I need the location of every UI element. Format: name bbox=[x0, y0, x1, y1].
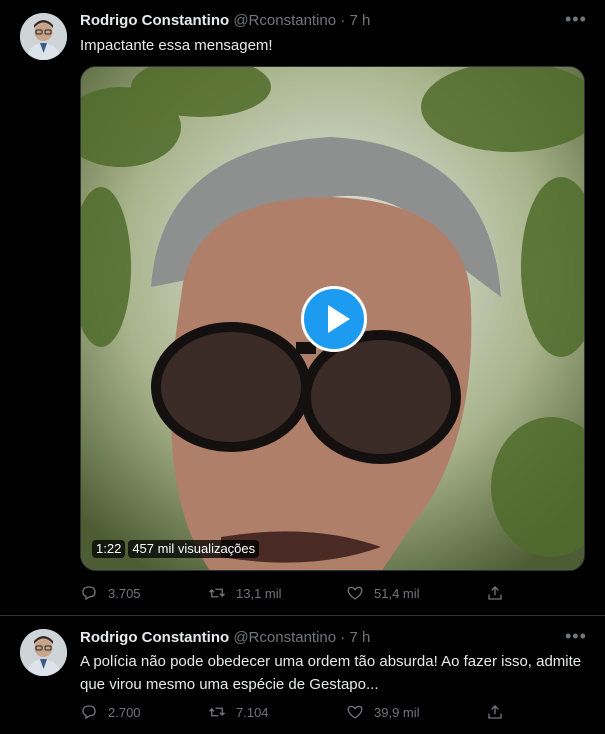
retweet-button[interactable]: 7.104 bbox=[208, 703, 269, 721]
retweet-icon bbox=[209, 707, 225, 717]
share-button[interactable] bbox=[486, 703, 504, 721]
retweet-icon bbox=[209, 588, 225, 598]
tweet-header: Rodrigo Constantino @Rconstantino · 7 h bbox=[80, 11, 370, 31]
tweet-header: Rodrigo Constantino @Rconstantino · 7 h bbox=[80, 628, 370, 648]
retweet-count: 13,1 mil bbox=[236, 585, 282, 601]
tweet-text: Impactante essa mensagem! bbox=[80, 37, 273, 54]
tweet-text: A polícia não pode obedecer uma ordem tã… bbox=[80, 653, 582, 693]
video-player[interactable] bbox=[80, 66, 585, 571]
separator-dot: · bbox=[340, 12, 346, 29]
share-button[interactable] bbox=[486, 584, 504, 602]
reply-icon bbox=[82, 586, 96, 601]
play-icon[interactable] bbox=[301, 286, 367, 352]
timestamp[interactable]: 7 h bbox=[349, 12, 370, 29]
share-icon bbox=[488, 586, 502, 600]
author-name[interactable]: Rodrigo Constantino bbox=[80, 12, 229, 29]
separator-dot: · bbox=[340, 629, 346, 646]
avatar[interactable] bbox=[20, 13, 67, 60]
avatar[interactable] bbox=[20, 629, 67, 676]
reply-count: 2.700 bbox=[108, 704, 141, 720]
retweet-count: 7.104 bbox=[236, 704, 269, 720]
video-duration: 1:22 bbox=[92, 540, 126, 558]
retweet-button[interactable]: 13,1 mil bbox=[208, 584, 282, 602]
like-count: 51,4 mil bbox=[374, 585, 420, 601]
reply-button[interactable]: 2.700 bbox=[80, 703, 141, 721]
reply-icon bbox=[82, 705, 96, 720]
heart-icon bbox=[347, 586, 363, 600]
author-name[interactable]: Rodrigo Constantino bbox=[80, 629, 229, 646]
more-horizontal-icon[interactable]: ••• bbox=[565, 10, 586, 32]
like-button[interactable]: 51,4 mil bbox=[346, 584, 420, 602]
video-views: 457 mil visualizações bbox=[128, 540, 260, 558]
share-icon bbox=[488, 705, 502, 719]
reply-button[interactable]: 3.705 bbox=[80, 584, 141, 602]
author-handle[interactable]: @Rconstantino bbox=[233, 629, 336, 646]
more-horizontal-icon[interactable]: ••• bbox=[565, 627, 586, 649]
video-badges: 1:22 457 mil visualizações bbox=[92, 540, 260, 558]
like-button[interactable]: 39,9 mil bbox=[346, 703, 420, 721]
tweet-actions: 3.705 13,1 mil 51,4 mil bbox=[80, 584, 510, 604]
reply-count: 3.705 bbox=[108, 585, 141, 601]
tweet-actions: 2.700 7.104 39,9 mil bbox=[80, 703, 510, 723]
like-count: 39,9 mil bbox=[374, 704, 420, 720]
author-handle[interactable]: @Rconstantino bbox=[233, 12, 336, 29]
heart-icon bbox=[347, 705, 363, 719]
timestamp[interactable]: 7 h bbox=[349, 629, 370, 646]
